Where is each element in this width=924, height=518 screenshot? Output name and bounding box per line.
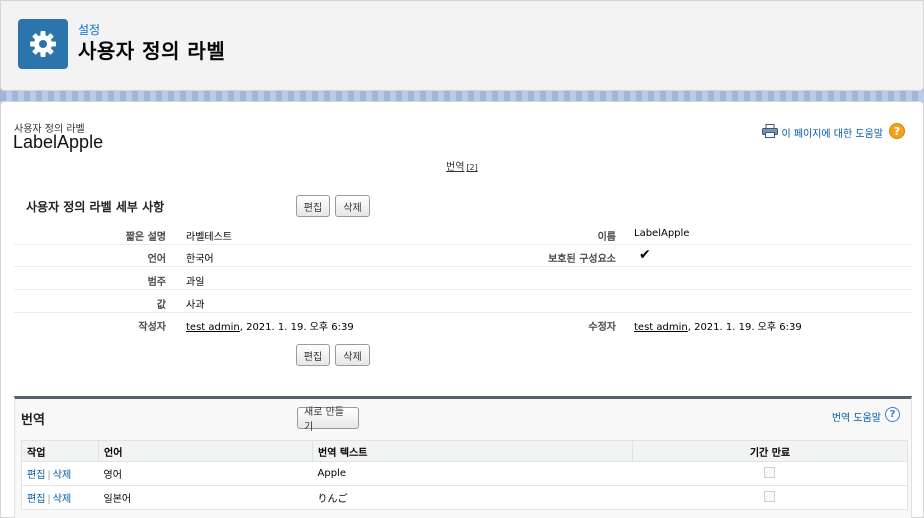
help-link-text: 이 페이지에 대한 도움말 — [781, 129, 883, 140]
language-value: 한국어 — [186, 254, 214, 265]
column-header-expired: 기간 만료 — [632, 440, 908, 462]
help-question-icon[interactable]: ? — [889, 123, 905, 139]
delete-button-bottom[interactable]: 삭제 — [335, 344, 370, 366]
modified-by-date: , 2021. 1. 19. 오후 6:39 — [687, 322, 802, 333]
created-by-value: test admin, 2021. 1. 19. 오후 6:39 — [186, 318, 354, 333]
value-value: 사과 — [186, 300, 205, 311]
delete-button-top[interactable]: 삭제 — [335, 195, 370, 217]
edit-row-link[interactable]: 편집 — [27, 470, 45, 481]
table-row: 편집 | 삭제 영어 Apple — [21, 461, 908, 486]
language-label: 언어 — [147, 254, 166, 265]
record-name: LabelApple — [13, 132, 104, 152]
action-separator: | — [47, 494, 51, 505]
translations-help-link[interactable]: 번역 도움말 — [832, 409, 881, 424]
category-value: 과일 — [186, 277, 205, 288]
row-language: 영어 — [98, 461, 313, 486]
detail-row-4: 값 사과 — [14, 291, 912, 313]
modified-by-user-link[interactable]: test admin — [634, 322, 688, 333]
row-translation-text: りんご — [312, 485, 633, 510]
row-translation-text: Apple — [312, 461, 633, 486]
column-header-language: 언어 — [98, 440, 313, 462]
edit-button-top[interactable]: 편집 — [296, 195, 330, 217]
delete-row-link[interactable]: 삭제 — [53, 494, 71, 505]
row-expired — [632, 485, 908, 510]
modified-by-value: test admin, 2021. 1. 19. 오후 6:39 — [634, 318, 802, 333]
table-row: 편집 | 삭제 일본어 りんご — [21, 485, 908, 510]
value-label: 값 — [156, 300, 166, 311]
modified-by-label: 수정자 — [588, 322, 616, 333]
row-expired — [632, 461, 908, 486]
protected-checkmark-icon: ✔ — [639, 247, 651, 263]
short-desc-label: 짧은 설명 — [125, 232, 166, 243]
name-value: LabelApple — [634, 228, 690, 239]
translations-table: 작업 언어 번역 텍스트 기간 만료 편집 | 삭제 영어 Apple 편집 | 삭제 … — [21, 440, 908, 510]
translations-title: 번역 — [21, 413, 45, 428]
column-header-action: 작업 — [21, 440, 99, 462]
new-translation-button[interactable]: 새로 만들기 — [297, 407, 359, 433]
name-label: 이름 — [597, 232, 616, 243]
translations-count: [2] — [466, 163, 478, 172]
printer-icon — [762, 124, 779, 141]
expired-checkbox — [764, 490, 776, 502]
translations-related-list: 번역 새로 만들기 번역 도움말 ? 작업 언어 번역 텍스트 기간 만료 편집… — [14, 396, 912, 518]
created-by-date: , 2021. 1. 19. 오후 6:39 — [239, 322, 354, 333]
protected-label: 보호된 구성요소 — [548, 254, 616, 265]
help-for-page-link[interactable]: 이 페이지에 대한 도움말 — [762, 124, 883, 141]
related-list-links: 번역 [2] — [446, 158, 478, 173]
gear-icon — [18, 19, 68, 69]
delete-row-link[interactable]: 삭제 — [53, 470, 71, 481]
detail-section-title: 사용자 정의 라벨 세부 사항 — [26, 200, 165, 214]
translations-related-link[interactable]: 번역 — [446, 162, 464, 173]
edit-row-link[interactable]: 편집 — [27, 494, 45, 505]
created-by-label: 작성자 — [138, 322, 166, 333]
detail-row-3: 범주 과일 — [14, 268, 912, 290]
row-actions: 편집 | 삭제 — [21, 461, 99, 486]
edit-button-bottom[interactable]: 편집 — [296, 344, 330, 366]
table-header-row: 작업 언어 번역 텍스트 기간 만료 — [21, 440, 908, 462]
main-content: 사용자 정의 라벨 LabelApple 이 페이지에 대한 도움말 ? 번역[… — [0, 101, 924, 518]
detail-row-2: 언어 한국어 보호된 구성요소 ✔ — [14, 245, 912, 267]
setup-header: 설정 사용자 정의 라벨 — [0, 0, 924, 91]
row-language: 일본어 — [98, 485, 313, 510]
action-separator: | — [47, 470, 51, 481]
column-header-translation: 번역 텍스트 — [312, 440, 633, 462]
detail-row-5: 작성자 test admin, 2021. 1. 19. 오후 6:39 수정자… — [14, 313, 912, 335]
decorative-band — [0, 91, 924, 101]
created-by-user-link[interactable]: test admin — [186, 322, 240, 333]
detail-row-1: 짧은 설명 라벨테스트 이름 LabelApple — [14, 223, 912, 245]
short-desc-value: 라벨테스트 — [186, 232, 232, 243]
expired-checkbox — [764, 466, 776, 478]
page-title: 사용자 정의 라벨 — [78, 39, 226, 63]
row-actions: 편집 | 삭제 — [21, 485, 99, 510]
category-label: 범주 — [147, 277, 166, 288]
translations-help-icon[interactable]: ? — [885, 407, 900, 422]
